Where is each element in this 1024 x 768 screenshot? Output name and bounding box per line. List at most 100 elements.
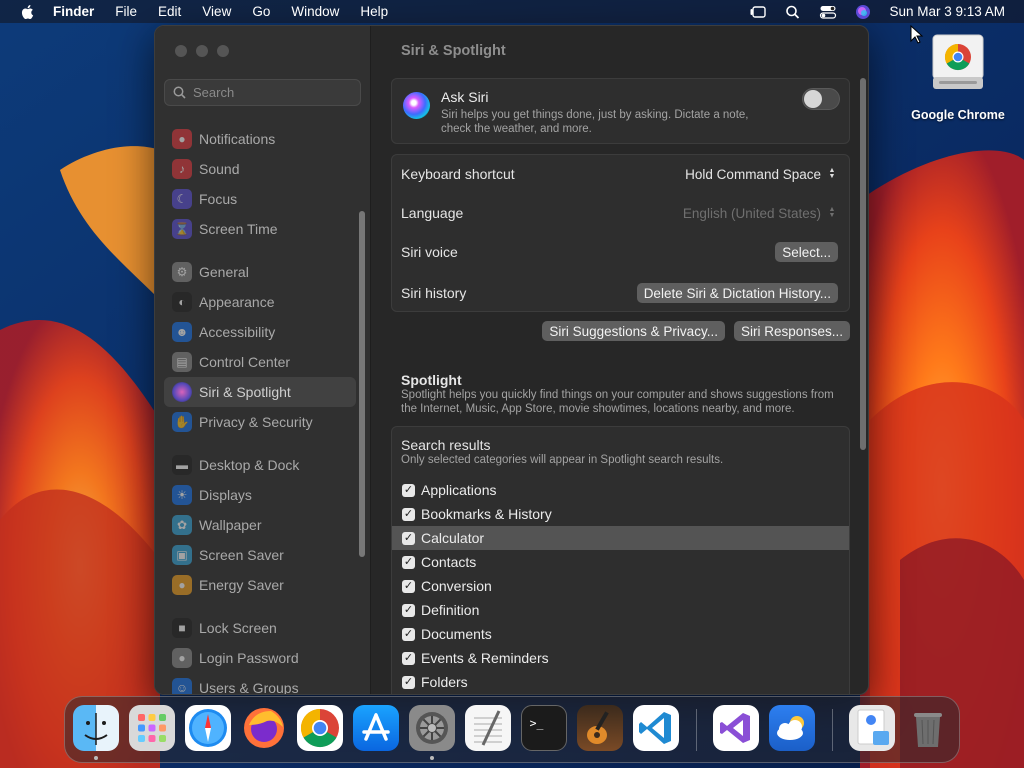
checkbox[interactable]: ✓ [402,675,415,689]
content-scrollbar[interactable] [860,78,866,450]
sidebar-item-accessibility[interactable]: ☻ Accessibility [164,317,356,347]
delete-history-button[interactable]: Delete Siri & Dictation History... [636,283,838,303]
sidebar-item-login-password[interactable]: ● Login Password [164,643,356,673]
sidebar-item-label: Desktop & Dock [199,457,300,473]
stage-manager-icon[interactable] [749,4,767,20]
control-center-icon[interactable] [819,4,837,20]
category-conversion[interactable]: ✓ Conversion [392,574,849,598]
textedit-icon[interactable] [465,705,511,751]
checkbox[interactable]: ✓ [402,555,415,569]
app-store-icon[interactable] [353,705,399,751]
category-contacts[interactable]: ✓ Contacts [392,550,849,574]
apple-menu-icon[interactable] [19,3,37,21]
category-bookmarks-history[interactable]: ✓ Bookmarks & History [392,502,849,526]
sidebar-item-energy-saver[interactable]: ● Energy Saver [164,570,356,600]
category-definition[interactable]: ✓ Definition [392,598,849,622]
chrome-icon[interactable] [297,705,343,751]
moon-icon: ☾ [172,189,192,209]
siri-icon[interactable] [854,4,872,20]
sidebar-item-siri-spotlight[interactable]: Siri & Spotlight [164,377,356,407]
sidebar-item-appearance[interactable]: ◐ Appearance [164,287,356,317]
sidebar-item-displays[interactable]: ☀ Displays [164,480,356,510]
trash-icon[interactable] [905,705,951,751]
sidebar-search[interactable] [164,79,361,106]
menu-edit[interactable]: Edit [158,4,181,19]
checkbox[interactable]: ✓ [402,579,415,593]
sidebar-item-lock-screen[interactable]: ■ Lock Screen [164,613,356,643]
sidebar-item-focus[interactable]: ☾ Focus [164,184,356,214]
category-folders[interactable]: ✓ Folders [392,670,849,694]
category-label: Folders [421,674,468,690]
terminal-icon[interactable]: >_ [521,705,567,751]
key-icon: ● [172,648,192,668]
siri-history-label: Siri history [401,285,467,301]
category-documents[interactable]: ✓ Documents [392,622,849,646]
downloads-stack-icon[interactable] [849,705,895,751]
firefox-icon[interactable] [241,705,287,751]
ask-siri-toggle[interactable] [802,88,840,110]
siri-suggestions-privacy-button[interactable]: Siri Suggestions & Privacy... [542,321,725,341]
sidebar-item-desktop-dock[interactable]: ▬ Desktop & Dock [164,450,356,480]
sidebar-item-wallpaper[interactable]: ✿ Wallpaper [164,510,356,540]
checkbox[interactable]: ✓ [402,531,415,545]
sidebar-item-label: Wallpaper [199,517,262,533]
sidebar-item-control-center[interactable]: ▤ Control Center [164,347,356,377]
checkbox[interactable]: ✓ [402,507,415,521]
vscode-icon[interactable] [633,705,679,751]
menu-view[interactable]: View [202,4,231,19]
sidebar-item-label: Screen Saver [199,547,284,563]
menu-window[interactable]: Window [291,4,339,19]
garageband-icon[interactable] [577,705,623,751]
checkbox[interactable]: ✓ [402,483,415,497]
ask-siri-card: Ask Siri Siri helps you get things done,… [391,78,850,144]
visual-studio-icon[interactable] [713,705,759,751]
language-popup[interactable]: English (United States) ▲ ▼ [683,205,838,221]
page-title: Siri & Spotlight [401,43,506,59]
sidebar-item-label: Siri & Spotlight [199,384,291,400]
close-button[interactable] [175,45,187,57]
category-applications[interactable]: ✓ Applications [392,478,849,502]
search-input[interactable] [193,85,353,100]
sidebar-item-general[interactable]: ⚙ General [164,257,356,287]
siri-icon [403,92,430,119]
siri-responses-button[interactable]: Siri Responses... [733,321,850,341]
safari-icon[interactable] [185,705,231,751]
finder-icon[interactable] [73,705,119,751]
sidebar-item-label: Notifications [199,131,276,147]
search-categories-list: ✓ Applications ✓ Bookmarks & History ✓ C… [392,478,849,694]
sidebar-item-sound[interactable]: ♪ Sound [164,154,356,184]
sidebar-item-users-groups[interactable]: ☺ Users & Groups [164,673,356,694]
speaker-icon: ♪ [172,159,192,179]
menu-go[interactable]: Go [252,4,270,19]
menu-file[interactable]: File [115,4,137,19]
minimize-button[interactable] [196,45,208,57]
search-icon [173,86,186,99]
category-events-reminders[interactable]: ✓ Events & Reminders [392,646,849,670]
menu-app-name[interactable]: Finder [53,4,94,19]
checkbox[interactable]: ✓ [402,603,415,617]
running-indicator [430,756,434,760]
zoom-button[interactable] [217,45,229,57]
keyboard-shortcut-popup[interactable]: Hold Command Space ▲ ▼ [685,166,838,182]
bulb-icon: ● [172,575,192,595]
menu-help[interactable]: Help [360,4,388,19]
checkbox[interactable]: ✓ [402,627,415,641]
sidebar-scrollbar[interactable] [359,211,365,557]
menu-clock[interactable]: Sun Mar 3 9:13 AM [889,4,1005,19]
select-voice-button[interactable]: Select... [775,242,838,262]
cloud-app-icon[interactable] [769,705,815,751]
desktop-item-google-chrome[interactable]: Google Chrome [906,33,1010,122]
language-label: Language [401,205,464,221]
sidebar-item-label: Focus [199,191,238,207]
sidebar-item-screen-time[interactable]: ⌛ Screen Time [164,214,356,244]
launchpad-icon[interactable] [129,705,175,751]
category-label: Conversion [421,578,492,594]
system-settings-icon[interactable] [409,705,455,751]
checkbox[interactable]: ✓ [402,651,415,665]
category-calculator[interactable]: ✓ Calculator [392,526,849,550]
sidebar-item-notifications[interactable]: ● Notifications [164,124,356,154]
sidebar-item-privacy-security[interactable]: ✋ Privacy & Security [164,407,356,437]
spotlight-search-icon[interactable] [784,4,802,20]
sidebar-item-screen-saver[interactable]: ▣ Screen Saver [164,540,356,570]
